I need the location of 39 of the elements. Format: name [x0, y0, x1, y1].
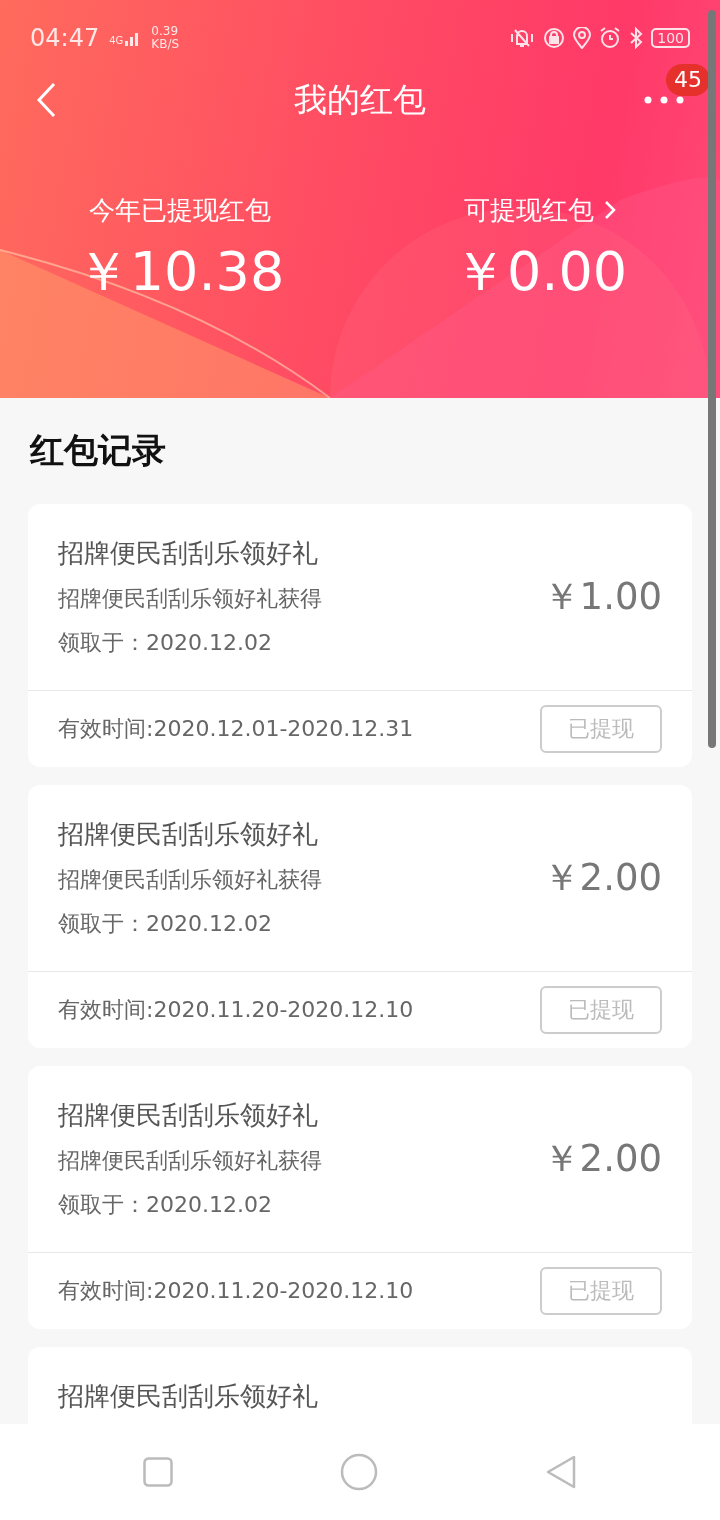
validity-period: 有效时间:2020.11.20-2020.12.10	[58, 996, 414, 1024]
record-date: 领取于：2020.12.02	[58, 910, 273, 938]
record-amount: ￥2.00	[542, 855, 662, 901]
record-subtitle: 招牌便民刮刮乐领好礼获得	[58, 585, 323, 613]
record-date: 领取于：2020.12.02	[58, 629, 273, 657]
home-icon[interactable]	[340, 1453, 378, 1491]
section-title: 红包记录	[30, 429, 167, 472]
more-icon[interactable]	[644, 96, 684, 104]
validity-period: 有效时间:2020.12.01-2020.12.31	[58, 715, 414, 743]
vibrate-icon	[509, 27, 536, 49]
validity-period: 有效时间:2020.11.20-2020.12.10	[58, 1277, 414, 1305]
stat-amount: ￥10.38	[75, 240, 285, 304]
record-title: 招牌便民刮刮乐领好礼	[58, 537, 319, 570]
stat-amount: ￥0.00	[452, 240, 628, 304]
battery-icon: 100	[651, 28, 690, 48]
network-type: 4G	[109, 35, 124, 46]
record-subtitle: 招牌便民刮刮乐领好礼获得	[58, 1147, 323, 1175]
recent-apps-icon[interactable]	[143, 1457, 174, 1487]
record-date: 领取于：2020.12.02	[58, 1191, 273, 1219]
balance-link[interactable]: 可提现红包	[464, 192, 594, 228]
record-title: 招牌便民刮刮乐领好礼	[58, 818, 319, 851]
record-title: 招牌便民刮刮乐领好礼	[58, 1380, 319, 1413]
stat-label: 今年已提现红包	[89, 194, 271, 227]
back-nav-icon[interactable]	[544, 1454, 577, 1490]
notification-badge: 45	[666, 64, 710, 96]
record-title: 招牌便民刮刮乐领好礼	[58, 1099, 319, 1132]
network-speed: 0.39	[151, 25, 179, 38]
back-icon[interactable]	[36, 82, 56, 118]
page-title: 我的红包	[294, 78, 426, 121]
bluetooth-icon	[629, 27, 644, 49]
lock-rotation-icon	[543, 27, 566, 49]
record-subtitle: 招牌便民刮刮乐领好礼获得	[58, 866, 323, 894]
record-amount: ￥2.00	[542, 1136, 662, 1182]
status-time: 04:47	[30, 24, 100, 52]
speed-unit: KB/S	[151, 38, 180, 51]
chevron-right-icon[interactable]	[604, 200, 616, 220]
location-icon	[573, 27, 592, 49]
alarm-icon	[599, 27, 622, 49]
record-amount: ￥1.00	[542, 574, 662, 620]
